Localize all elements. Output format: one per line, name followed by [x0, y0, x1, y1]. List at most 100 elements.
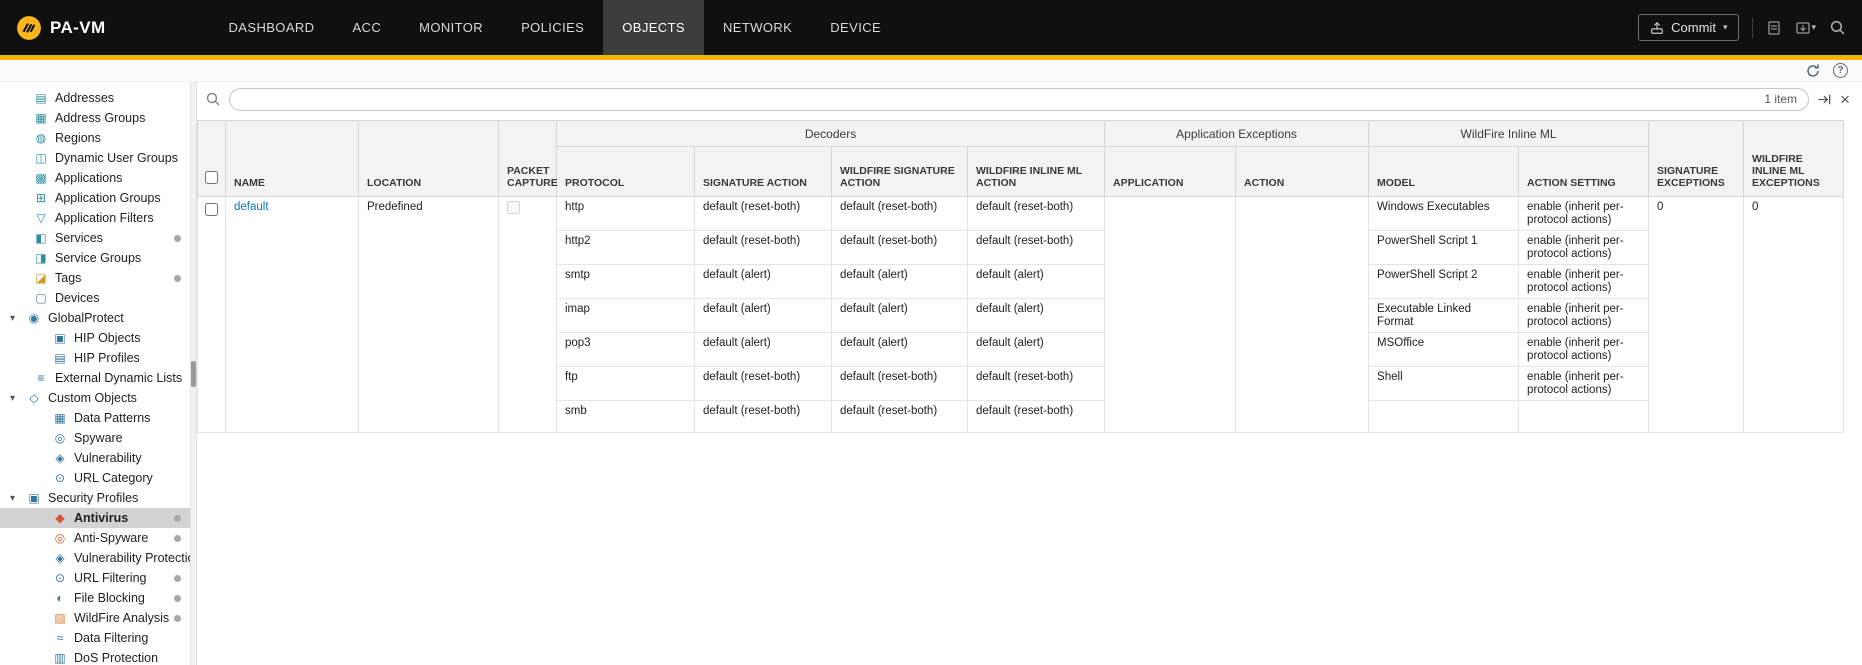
col-header-model[interactable]: MODEL — [1369, 147, 1519, 197]
sidebar-item-application-filters[interactable]: ▽Application Filters — [0, 208, 190, 228]
sidebar-item-security-profiles[interactable]: ▾▣Security Profiles — [0, 488, 190, 508]
sidebar-item-globalprotect[interactable]: ▾◉GlobalProtect — [0, 308, 190, 328]
sidebar-item-external-dynamic-lists[interactable]: ≡External Dynamic Lists — [0, 368, 190, 388]
sidebar-item-address-groups[interactable]: ▦Address Groups — [0, 108, 190, 128]
nav-objects[interactable]: OBJECTS — [603, 0, 704, 55]
sidebar-item-url-filtering[interactable]: ⊙URL Filtering — [0, 568, 190, 588]
nav-dashboard[interactable]: DASHBOARD — [210, 0, 334, 55]
wildfire-inline-ml-exceptions-cell: 0 — [1744, 197, 1844, 433]
action-setting-cell: enable (inherit per-protocol actions) — [1519, 299, 1649, 333]
sidebar-item-services[interactable]: ◧Services — [0, 228, 190, 248]
topbar-actions: Commit ▾ ▾ — [1638, 14, 1846, 41]
sidebar-item-url-category[interactable]: ⊙URL Category — [0, 468, 190, 488]
chevron-down-icon[interactable]: ▾ — [10, 313, 26, 324]
sidebar-resize-handle[interactable] — [190, 82, 197, 665]
sidebar-item-dynamic-user-groups[interactable]: ◫Dynamic User Groups — [0, 148, 190, 168]
row-select-checkbox[interactable] — [205, 203, 218, 216]
wildfire-inline-ml-action-cell: default (alert) — [968, 299, 1105, 333]
action-setting-cell: enable (inherit per-protocol actions) — [1519, 231, 1649, 265]
sidebar-item-custom-objects[interactable]: ▾◇Custom Objects — [0, 388, 190, 408]
addresses-icon: ▤ — [33, 92, 49, 104]
services-icon: ◧ — [33, 232, 49, 244]
main-panel: 1 item × NAME LOCATION — [197, 82, 1862, 665]
nav-device[interactable]: DEVICE — [811, 0, 900, 55]
nav-acc[interactable]: ACC — [333, 0, 400, 55]
resize-grip[interactable] — [191, 361, 196, 387]
group-header-decoders: Decoders — [557, 121, 1105, 147]
palo-alto-logo-icon — [16, 15, 42, 41]
col-header-wildfire-inline-ml-exceptions[interactable]: WILDFIRE INLINE ML EXCEPTIONS — [1744, 121, 1844, 197]
usage-indicator-dot — [174, 595, 181, 602]
sidebar-item-service-groups[interactable]: ◨Service Groups — [0, 248, 190, 268]
sidebar-item-wildfire-analysis[interactable]: ▨WildFire Analysis — [0, 608, 190, 628]
protocol-cell: smb — [557, 401, 695, 433]
clear-filter-icon[interactable]: × — [1840, 91, 1850, 108]
location-cell: Predefined — [359, 197, 499, 433]
usage-indicator-dot — [174, 615, 181, 622]
global-search-icon[interactable] — [1829, 19, 1846, 36]
search-icon — [205, 91, 221, 107]
col-header-packet-capture[interactable]: PACKET CAPTURE — [499, 121, 557, 197]
sidebar-item-antivirus[interactable]: ◆Antivirus — [0, 508, 190, 528]
sidebar-item-tags[interactable]: ◪Tags — [0, 268, 190, 288]
select-all-checkbox[interactable] — [205, 171, 218, 184]
save-config-icon[interactable]: ▾ — [1795, 20, 1816, 36]
action-setting-cell: enable (inherit per-protocol actions) — [1519, 367, 1649, 401]
sidebar-item-applications[interactable]: ▩Applications — [0, 168, 190, 188]
wildfire-inline-ml-action-cell: default (reset-both) — [968, 197, 1105, 231]
sidebar-item-data-patterns[interactable]: ▦Data Patterns — [0, 408, 190, 428]
spyware-icon: ◎ — [52, 432, 68, 444]
col-header-action-setting[interactable]: ACTION SETTING — [1519, 147, 1649, 197]
filter-input[interactable] — [229, 88, 1809, 111]
col-header-wildfire-signature-action[interactable]: WILDFIRE SIGNATURE ACTION — [832, 147, 968, 197]
nav-network[interactable]: NETWORK — [704, 0, 811, 55]
sidebar-item-application-groups[interactable]: ⊞Application Groups — [0, 188, 190, 208]
nav-monitor[interactable]: MONITOR — [400, 0, 502, 55]
protocol-cell: ftp — [557, 367, 695, 401]
action-cell — [1236, 197, 1369, 433]
sidebar-item-hip-objects[interactable]: ▣HIP Objects — [0, 328, 190, 348]
wildfire-signature-action-cell: default (reset-both) — [832, 401, 968, 433]
sidebar-item-data-filtering[interactable]: ≈Data Filtering — [0, 628, 190, 648]
profiles-table-wrap: NAME LOCATION PACKET CAPTURE Decoders Ap… — [197, 116, 1862, 433]
col-header-signature-action[interactable]: SIGNATURE ACTION — [695, 147, 832, 197]
sidebar-item-hip-profiles[interactable]: ▤HIP Profiles — [0, 348, 190, 368]
apply-filter-icon[interactable] — [1817, 92, 1832, 107]
usage-indicator-dot — [174, 575, 181, 582]
col-header-action[interactable]: ACTION — [1236, 147, 1369, 197]
vulnerability-icon: ◈ — [52, 452, 68, 464]
sidebar-item-regions[interactable]: ◍Regions — [0, 128, 190, 148]
task-manager-icon[interactable] — [1766, 20, 1782, 36]
commit-icon — [1650, 21, 1664, 35]
refresh-icon[interactable] — [1805, 63, 1821, 79]
chevron-down-icon[interactable]: ▾ — [10, 393, 26, 404]
col-header-protocol[interactable]: PROTOCOL — [557, 147, 695, 197]
security-profiles-icon: ▣ — [26, 492, 42, 504]
sidebar-item-file-blocking[interactable]: ◐File Blocking — [0, 588, 190, 608]
col-header-signature-exceptions[interactable]: SIGNATURE EXCEPTIONS — [1649, 121, 1744, 197]
signature-action-cell: default (alert) — [695, 333, 832, 367]
sidebar-item-addresses[interactable]: ▤Addresses — [0, 88, 190, 108]
col-header-name[interactable]: NAME — [226, 121, 359, 197]
col-header-wildfire-inline-ml-action[interactable]: WILDFIRE INLINE ML ACTION — [968, 147, 1105, 197]
help-icon[interactable]: ? — [1833, 63, 1848, 78]
commit-button[interactable]: Commit ▾ — [1638, 14, 1739, 41]
regions-icon: ◍ — [33, 132, 49, 144]
sidebar-item-anti-spyware[interactable]: ◎Anti-Spyware — [0, 528, 190, 548]
nav-policies[interactable]: POLICIES — [502, 0, 603, 55]
wildfire-analysis-icon: ▨ — [52, 612, 68, 624]
dos-protection-icon: ▥ — [52, 652, 68, 664]
group-header-row: NAME LOCATION PACKET CAPTURE Decoders Ap… — [198, 121, 1844, 147]
chevron-down-icon[interactable]: ▾ — [10, 493, 26, 504]
model-cell — [1369, 401, 1519, 433]
col-header-location[interactable]: LOCATION — [359, 121, 499, 197]
sidebar-item-vulnerability[interactable]: ◈Vulnerability — [0, 448, 190, 468]
col-header-application[interactable]: APPLICATION — [1105, 147, 1236, 197]
sidebar-item-dos-protection[interactable]: ▥DoS Protection — [0, 648, 190, 665]
wildfire-signature-action-cell: default (alert) — [832, 333, 968, 367]
sidebar-item-spyware[interactable]: ◎Spyware — [0, 428, 190, 448]
search-box: 1 item — [229, 88, 1809, 111]
sidebar-item-vulnerability-protection[interactable]: ◈Vulnerability Protection — [0, 548, 190, 568]
profile-name-link[interactable]: default — [234, 201, 269, 213]
sidebar-item-devices[interactable]: ▢Devices — [0, 288, 190, 308]
